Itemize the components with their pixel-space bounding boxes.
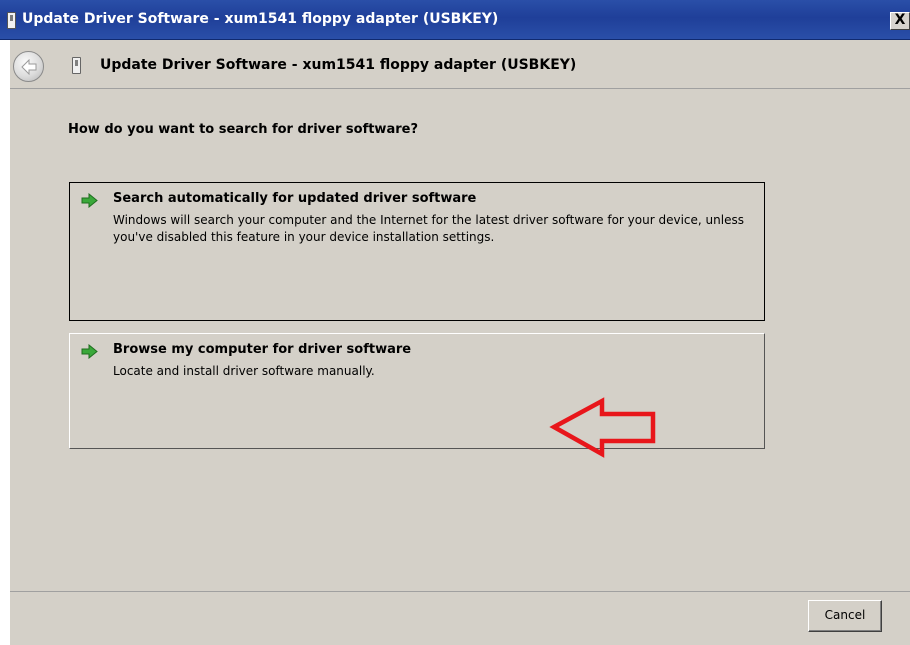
- back-arrow-icon: [21, 59, 37, 75]
- device-icon: [7, 12, 16, 29]
- green-arrow-icon: [81, 344, 98, 359]
- browse-computer-option[interactable]: Browse my computer for driver software L…: [69, 333, 765, 449]
- usb-device-icon: [72, 57, 81, 74]
- main-content: How do you want to search for driver sof…: [10, 88, 910, 592]
- window-title: Update Driver Software - xum1541 floppy …: [22, 11, 499, 27]
- search-automatically-option[interactable]: Search automatically for updated driver …: [69, 182, 765, 321]
- cancel-button[interactable]: Cancel: [808, 600, 882, 632]
- green-arrow-icon: [81, 193, 98, 208]
- close-button[interactable]: X: [890, 12, 910, 30]
- title-bar: Update Driver Software - xum1541 floppy …: [0, 0, 910, 40]
- page-title: Update Driver Software - xum1541 floppy …: [100, 57, 577, 73]
- option-title: Browse my computer for driver software: [113, 342, 412, 357]
- option-description: Windows will search your computer and th…: [113, 213, 744, 244]
- dialog: Update Driver Software - xum1541 floppy …: [10, 40, 910, 645]
- option-title: Search automatically for updated driver …: [113, 191, 477, 206]
- dialog-header: Update Driver Software - xum1541 floppy …: [10, 40, 910, 90]
- back-button[interactable]: [13, 51, 44, 82]
- option-description: Locate and install driver software manua…: [113, 364, 375, 378]
- red-arrow-icon: [549, 397, 656, 458]
- question-heading: How do you want to search for driver sof…: [68, 122, 418, 137]
